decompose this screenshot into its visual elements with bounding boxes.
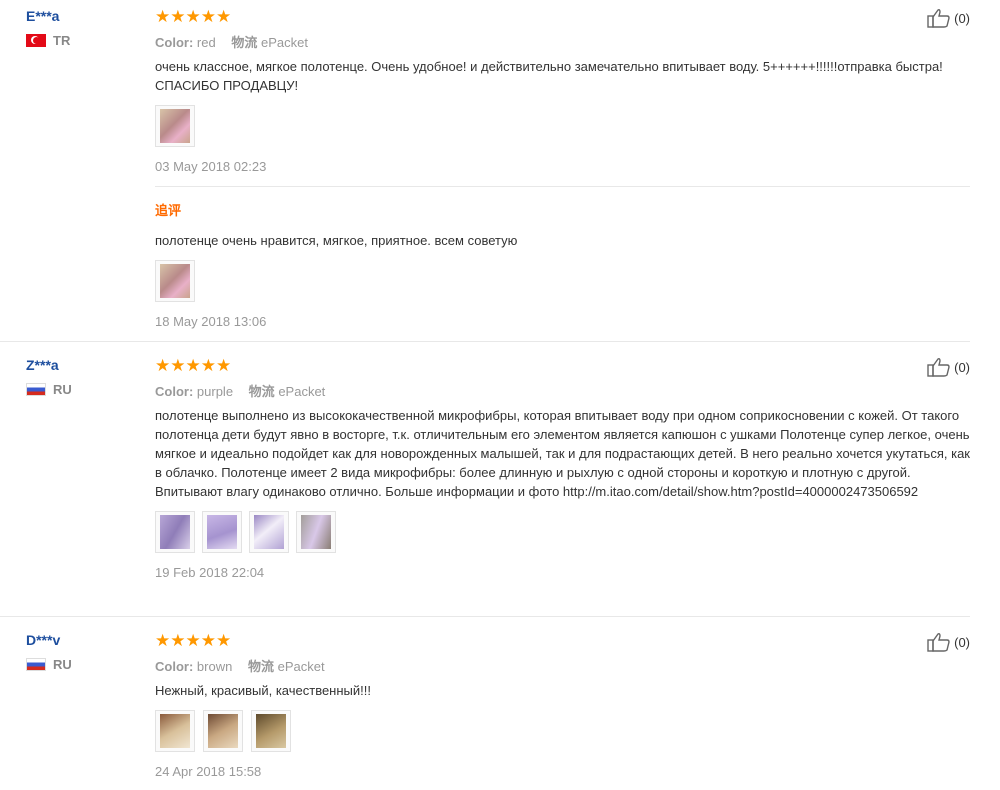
reviewer-name[interactable]: Z***a [26, 357, 72, 373]
shipping-value: ePacket [277, 659, 325, 674]
review-photo-thumbnail[interactable] [251, 710, 291, 752]
shipping-label: 物流 [231, 35, 258, 50]
shipping-label: 物流 [247, 659, 274, 674]
country-code: RU [53, 382, 72, 397]
country-code: RU [53, 657, 72, 672]
followup-text: полотенце очень нравится, мягкое, приятн… [155, 233, 518, 248]
rating-stars: ★★★★★ [155, 7, 232, 26]
review-photo-thumbnail[interactable] [249, 511, 289, 553]
shipping-value: ePacket [260, 35, 308, 50]
reviewer-name[interactable]: D***v [26, 632, 72, 648]
reviewer-country: RU [26, 657, 72, 672]
review-photo-thumbnail[interactable] [155, 105, 195, 147]
color-label: Color: [155, 35, 194, 50]
rating-stars: ★★★★★ [155, 631, 232, 650]
review-photos [155, 105, 970, 147]
review-photo-thumbnail[interactable] [155, 511, 195, 553]
review-photo-thumbnail[interactable] [202, 511, 242, 553]
color-value: red [196, 35, 216, 50]
review-content: ★★★★★ Color: red 物流 ePacket очень классн… [155, 8, 970, 174]
review-text: полотенце выполнено из высококачественно… [155, 408, 970, 499]
review-photos [155, 511, 970, 553]
review-content: ★★★★★ Color: brown 物流 ePacket Нежный, кр… [155, 632, 970, 779]
review-photo-thumbnail[interactable] [155, 710, 195, 752]
reviewer-info: E***a TR [26, 8, 70, 48]
order-info: Color: purple 物流 ePacket [155, 381, 970, 400]
color-value: brown [196, 659, 233, 674]
review-photo-thumbnail[interactable] [203, 710, 243, 752]
reviewer-info: D***v RU [26, 632, 72, 672]
russia-flag-icon [26, 658, 46, 671]
review-photo-thumbnail[interactable] [296, 511, 336, 553]
followup-photos [155, 260, 970, 302]
review-content: ★★★★★ Color: purple 物流 ePacket полотенце… [155, 357, 970, 580]
followup-content: 追评 полотенце очень нравится, мягкое, при… [155, 200, 970, 329]
followup-label: 追评 [155, 203, 182, 218]
review-text: очень классное, мягкое полотенце. Очень … [155, 59, 943, 93]
rating-stars: ★★★★★ [155, 356, 232, 375]
color-value: purple [196, 384, 234, 399]
country-code: TR [53, 33, 71, 48]
reviewer-country: TR [26, 33, 70, 48]
turkey-flag-icon [26, 34, 46, 47]
review-date: 03 May 2018 02:23 [155, 159, 267, 174]
russia-flag-icon [26, 383, 46, 396]
review-date: 19 Feb 2018 22:04 [155, 565, 265, 580]
review-text: Нежный, красивый, качественный!!! [155, 683, 371, 698]
order-info: Color: brown 物流 ePacket [155, 656, 970, 675]
reviewer-info: Z***a RU [26, 357, 72, 397]
review-photos [155, 710, 970, 752]
review-divider [0, 341, 970, 342]
color-label: Color: [155, 384, 194, 399]
review-date: 24 Apr 2018 15:58 [155, 764, 262, 779]
shipping-label: 物流 [248, 384, 275, 399]
shipping-value: ePacket [278, 384, 326, 399]
order-info: Color: red 物流 ePacket [155, 32, 970, 51]
color-label: Color: [155, 659, 194, 674]
reviewer-name[interactable]: E***a [26, 8, 70, 24]
review-photo-thumbnail[interactable] [155, 260, 195, 302]
review-divider [0, 616, 970, 617]
followup-divider [155, 186, 970, 187]
followup-date: 18 May 2018 13:06 [155, 314, 267, 329]
reviewer-country: RU [26, 382, 72, 397]
